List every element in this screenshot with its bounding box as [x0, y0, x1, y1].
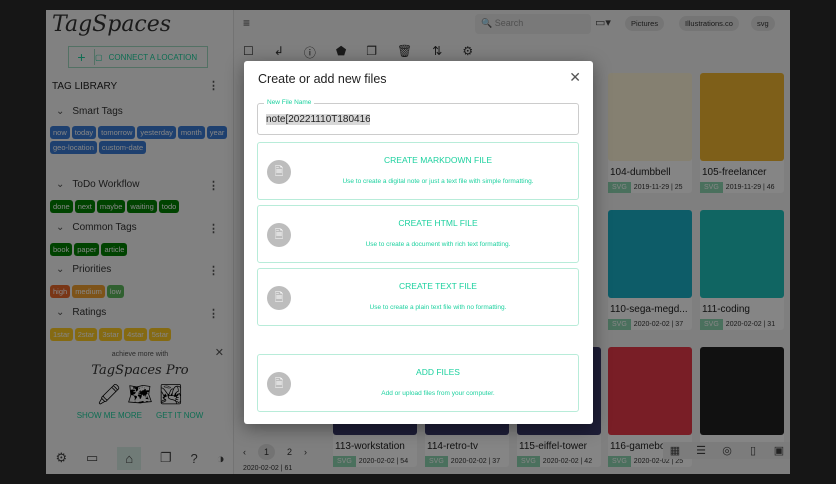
create-text-button[interactable]: 🗎 CREATE TEXT FILE Use to create a plain t… — [257, 268, 579, 326]
text-file-icon: 🗎 — [267, 286, 291, 310]
field-label: New File Name — [264, 99, 315, 106]
file-icon: 🗎 — [267, 160, 291, 184]
create-html-button[interactable]: 🗎 CREATE HTML FILE Use to create a documen… — [257, 205, 579, 263]
option-title: CREATE TEXT FILE — [399, 281, 477, 291]
create-markdown-button[interactable]: 🗎 CREATE MARKDOWN FILE Use to create a dig… — [257, 142, 579, 200]
dialog-title: Create or add new files — [258, 72, 387, 86]
file-name-input[interactable] — [266, 114, 370, 125]
create-files-dialog: Create or add new files ✕ New File Name … — [244, 61, 593, 424]
option-title: CREATE HTML FILE — [398, 218, 478, 228]
add-files-button[interactable]: 🗎 ADD FILES Add or upload files from your … — [257, 354, 579, 412]
upload-file-icon: 🗎 — [267, 372, 291, 396]
close-icon[interactable]: ✕ — [569, 69, 581, 86]
html-file-icon: 🗎 — [267, 223, 291, 247]
file-name-field[interactable]: New File Name — [257, 99, 579, 135]
option-desc: Add or upload files from your computer. — [381, 390, 495, 397]
option-desc: Use to create a document with rich text … — [365, 241, 511, 248]
option-title: ADD FILES — [416, 367, 460, 377]
option-desc: Use to create a plain text file with no … — [369, 304, 507, 311]
option-desc: Use to create a digital note or just a t… — [342, 178, 534, 185]
option-title: CREATE MARKDOWN FILE — [384, 155, 492, 165]
